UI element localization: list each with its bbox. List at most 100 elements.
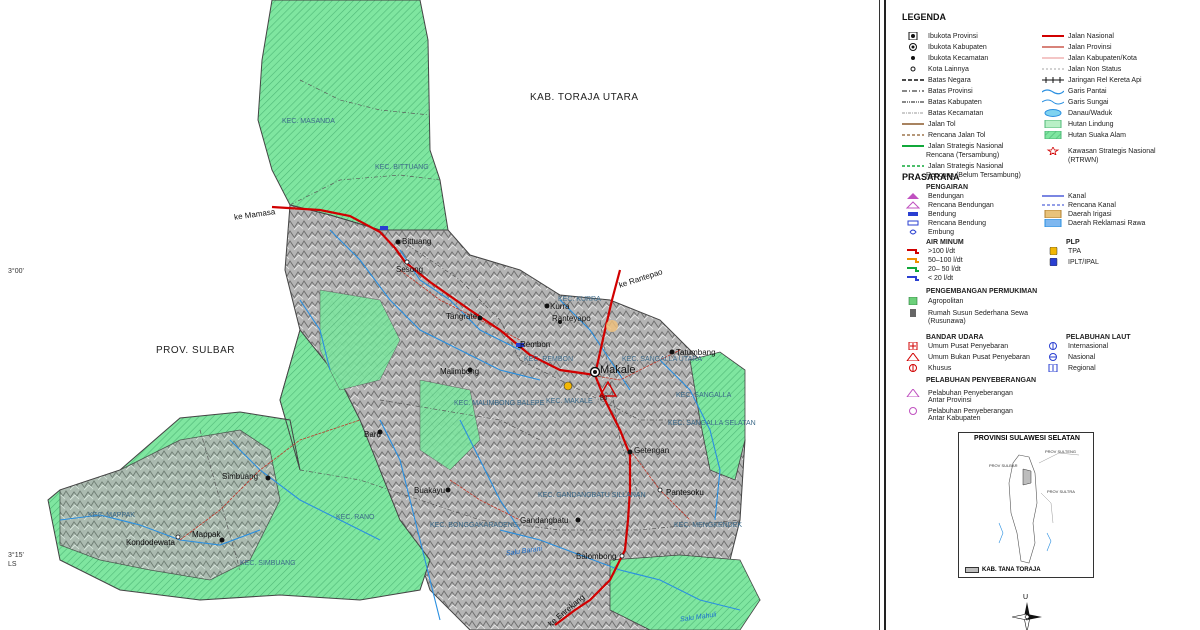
legend-item-bandara-khusus: Khusus bbox=[902, 364, 951, 372]
kec-bonggakaradeng: KEC. BONGGAKARADENG bbox=[430, 522, 519, 529]
square-dot-icon bbox=[902, 31, 924, 41]
city-marker-kurra bbox=[544, 303, 550, 309]
legend-item-laut-regional: Regional bbox=[1042, 363, 1096, 373]
city-marker-kondodewata bbox=[175, 534, 181, 540]
city-pantesoku: Pantesoku bbox=[666, 488, 704, 497]
inset-label-sulbar: PROV SULBAR bbox=[989, 463, 1018, 468]
legend-item-bendungan: Bendungan bbox=[902, 192, 964, 200]
coastline-icon bbox=[1041, 87, 1065, 95]
ferry-circle-icon bbox=[902, 407, 924, 415]
anchor-icon bbox=[1042, 353, 1064, 361]
city-simbuang: Simbuang bbox=[222, 472, 259, 481]
north-arrow: U bbox=[1012, 594, 1042, 630]
legend-item-penyeberangan-kabupaten: Pelabuhan Penyeberangan bbox=[902, 407, 1013, 415]
plp-title: PLP bbox=[1066, 239, 1080, 246]
lake-icon bbox=[1042, 109, 1064, 117]
kec-rano: KEC. RANO bbox=[336, 514, 375, 521]
penyeberangan-title: PELABUHAN PENYEBERANGAN bbox=[926, 377, 1037, 384]
legend-item-irigasi: Daerah Irigasi bbox=[1042, 209, 1112, 219]
dash-dot-line-icon bbox=[902, 87, 924, 95]
pelabuhan-laut-title: PELABUHAN LAUT bbox=[1066, 334, 1131, 341]
legend-item-bandara-bukan: Umum Bukan Pusat Penyebaran bbox=[902, 352, 1030, 362]
city-kondodewata: Kondodewata bbox=[126, 538, 175, 547]
city-malimbong: Malimbong bbox=[440, 367, 480, 376]
pink-line-icon bbox=[1042, 54, 1064, 62]
legend-item-penyeberangan-provinsi-sub: Antar Provinsi bbox=[928, 397, 972, 404]
city-rembon: Rembon bbox=[520, 340, 551, 349]
district-relief-west bbox=[59, 429, 281, 581]
legend-item-penyeberangan-kabupaten-sub: Antar Kabupaten bbox=[928, 415, 981, 422]
legend-item-air-lt20: < 20 l/dt bbox=[902, 274, 953, 282]
brown-dash-line-icon bbox=[902, 131, 924, 139]
legend-item-air-100: >100 l/dt bbox=[902, 247, 955, 255]
pemukiman-title: PENGEMBANGAN PERMUKIMAN bbox=[926, 288, 1038, 295]
city-marker-bittuang bbox=[395, 239, 401, 245]
weir-outline-icon bbox=[902, 219, 924, 227]
legend-item-penyeberangan-provinsi: Pelabuhan Penyeberangan bbox=[902, 388, 1013, 398]
building-icon bbox=[902, 309, 924, 317]
airport-triangle-icon bbox=[902, 352, 924, 362]
agropolitan-icon bbox=[902, 296, 924, 306]
dam-triangle-icon bbox=[902, 192, 924, 200]
kec-mappak: KEC. MAPPAK bbox=[88, 512, 135, 519]
city-marker-balombong bbox=[619, 553, 625, 559]
legend-item-batas-kabupaten: Batas Kabupaten bbox=[902, 98, 982, 106]
tap-blue-icon bbox=[902, 274, 924, 282]
city-mappak: Mappak bbox=[192, 530, 221, 539]
inset-label-sultra: PROV SULTRA bbox=[1047, 489, 1075, 494]
region-toraja-utara: KAB. TORAJA UTARA bbox=[530, 92, 639, 103]
kec-simbuang: KEC. SIMBUANG bbox=[240, 560, 296, 567]
legend-item-rencana-tol: Rencana Jalan Tol bbox=[902, 131, 985, 139]
region-sulbar: PROV. SULBAR bbox=[156, 345, 235, 356]
map-area[interactable]: 3°00' 3°15' LS KAB. TORAJA UTARA PROV. S… bbox=[0, 0, 880, 630]
green-dash-line-icon bbox=[902, 162, 924, 170]
prasarana-title: PRASARANA bbox=[902, 172, 960, 182]
anchor-icon bbox=[1042, 363, 1064, 373]
kec-masanda: KEC. MASANDA bbox=[282, 118, 335, 125]
city-sesong: Sesong bbox=[396, 265, 424, 274]
city-marker-getengan bbox=[627, 449, 633, 455]
kec-malimbong: KEC. MALIMBONG BALEPE bbox=[454, 400, 545, 407]
circle-icon bbox=[902, 65, 924, 73]
legend-item-tpa: TPA bbox=[1042, 246, 1081, 256]
dot-icon bbox=[902, 54, 924, 62]
legend-item-jsn-tersambung-sub: Rencana (Tersambung) bbox=[926, 152, 1000, 159]
legend-item-rtrwn: (RTRWN) bbox=[1068, 157, 1099, 164]
tpa-icon bbox=[563, 381, 573, 391]
city-marker-gandangbatu bbox=[575, 517, 581, 523]
city-balombong: Balombong bbox=[576, 552, 617, 561]
legend-item-rusunawa: Rumah Susun Sederhana Sewa bbox=[902, 309, 1028, 317]
airport-square-icon bbox=[902, 341, 924, 351]
legend-item-jalan-non-status: Jalan Non Status bbox=[1042, 65, 1121, 73]
city-gandangbatu: Gandangbatu bbox=[520, 516, 569, 525]
city-getengan: Getengan bbox=[634, 446, 670, 455]
district-base bbox=[47, 0, 761, 630]
trash-icon bbox=[1042, 246, 1064, 256]
legend-item-air-50: 50–100 l/dt bbox=[902, 256, 963, 264]
legend-item-ibukota-kabupaten: Ibukota Kabupaten bbox=[902, 43, 987, 51]
anchor-icon bbox=[1042, 342, 1064, 350]
pengairan-title: PENGAIRAN bbox=[926, 184, 969, 191]
thin-dash-line-icon bbox=[902, 109, 924, 117]
agropolitan-icon bbox=[606, 320, 618, 332]
protected-forest-icon bbox=[1042, 119, 1064, 129]
dash-line-icon bbox=[902, 76, 924, 84]
legend-item-hutan-lindung: Hutan Lindung bbox=[1042, 119, 1114, 129]
map-canvas[interactable] bbox=[0, 0, 880, 630]
lat-label-ls: LS bbox=[8, 561, 17, 568]
lat-label-300: 3°00' bbox=[8, 268, 24, 275]
brown-line-icon bbox=[902, 120, 924, 128]
city-makale: Makale bbox=[600, 364, 636, 376]
double-circle-icon bbox=[902, 43, 924, 51]
inset-legend-label: KAB. TANA TORAJA bbox=[982, 567, 1041, 573]
legend-title: LEGENDA bbox=[902, 12, 947, 22]
legend-item-ibukota-kecamatan: Ibukota Kecamatan bbox=[902, 54, 988, 62]
legend-item-batas-kecamatan: Batas Kecamatan bbox=[902, 109, 983, 117]
city-ranteyapo: Ranteyapo bbox=[552, 314, 591, 323]
red-line-icon bbox=[1042, 32, 1064, 40]
dash-dot-dot-line-icon bbox=[902, 98, 924, 106]
city-marker-simbuang bbox=[265, 475, 271, 481]
swamp-icon bbox=[1042, 218, 1064, 228]
dam-icon bbox=[380, 226, 388, 230]
star-icon bbox=[1042, 146, 1064, 156]
